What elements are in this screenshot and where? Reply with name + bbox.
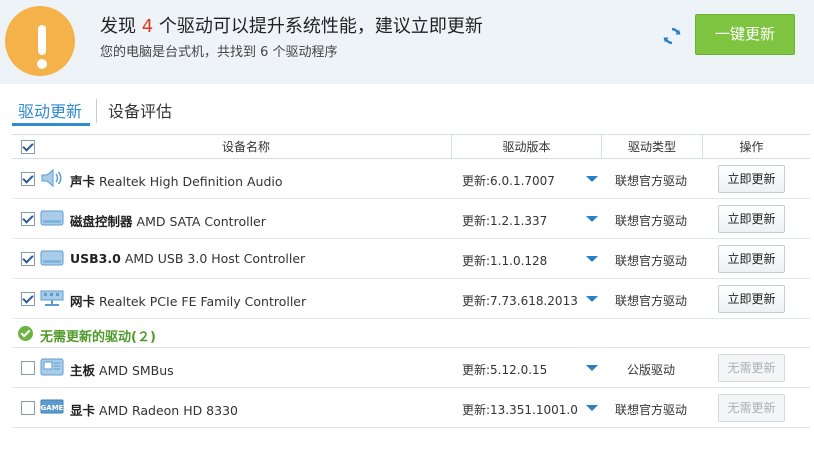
page-subtitle: 您的电脑是台式机，共找到 6 个驱动程序 xyxy=(100,45,338,60)
tab-divider xyxy=(96,99,97,123)
version-dropdown-icon[interactable] xyxy=(586,216,598,222)
update-now-button[interactable]: 立即更新 xyxy=(718,165,785,193)
usb-controller-icon xyxy=(40,250,64,266)
device-name: 主板 AMD SMBus xyxy=(70,363,174,378)
device-name: 显卡 AMD Radeon HD 8330 xyxy=(70,403,238,418)
row-checkbox[interactable] xyxy=(21,401,35,415)
svg-text:GAME: GAME xyxy=(41,404,64,412)
tab-device-evaluation[interactable]: 设备评估 xyxy=(108,98,172,122)
version-dropdown-icon[interactable] xyxy=(586,365,598,371)
driver-version: 更新:1.2.1.337 xyxy=(462,214,548,228)
no-update-button[interactable]: 无需更新 xyxy=(718,354,785,382)
column-device-name: 设备名称 xyxy=(221,140,270,154)
column-driver-version: 驱动版本 xyxy=(502,140,551,154)
no-update-button[interactable]: 无需更新 xyxy=(718,394,785,422)
table-header: 设备名称 驱动版本 驱动类型 操作 xyxy=(12,134,810,159)
driver-type: 联想官方驱动 xyxy=(614,403,687,417)
driver-type: 联想官方驱动 xyxy=(614,294,687,308)
row-checkbox[interactable] xyxy=(21,172,35,186)
speaker-icon xyxy=(41,168,62,188)
update-now-button[interactable]: 立即更新 xyxy=(718,245,785,273)
driver-type: 联想官方驱动 xyxy=(614,254,687,268)
driver-version: 更新:5.12.0.15 xyxy=(462,363,548,377)
select-all-checkbox[interactable] xyxy=(21,140,35,154)
motherboard-icon xyxy=(40,358,64,376)
version-dropdown-icon[interactable] xyxy=(586,176,598,182)
tab-bar: 驱动更新 设备评估 xyxy=(0,84,814,134)
driver-version: 更新:6.0.1.7007 xyxy=(462,174,555,188)
driver-type: 联想官方驱动 xyxy=(614,174,687,188)
device-name: USB3.0 AMD USB 3.0 Host Controller xyxy=(70,251,306,266)
column-driver-type: 驱动类型 xyxy=(627,140,676,154)
version-dropdown-icon[interactable] xyxy=(586,405,598,411)
device-name: 磁盘控制器 AMD SATA Controller xyxy=(70,214,266,229)
driver-type: 联想官方驱动 xyxy=(614,214,687,228)
update-now-button[interactable]: 立即更新 xyxy=(718,285,785,313)
version-dropdown-icon[interactable] xyxy=(586,296,598,302)
graphics-card-icon: GAME xyxy=(40,399,64,414)
driver-version: 更新:1.1.0.128 xyxy=(462,254,548,268)
row-checkbox[interactable] xyxy=(21,212,35,226)
device-name: 声卡 Realtek High Definition Audio xyxy=(70,174,283,189)
column-action: 操作 xyxy=(739,140,764,154)
update-now-button[interactable]: 立即更新 xyxy=(718,205,785,233)
driver-type: 公版驱动 xyxy=(626,363,675,377)
header-banner: 发现 4 个驱动可以提升系统性能，建议立即更新 您的电脑是台式机，共找到 6 个… xyxy=(0,0,814,76)
table-row: 磁盘控制器 AMD SATA Controller 更新:1.2.1.337 联想… xyxy=(12,199,810,239)
row-checkbox[interactable] xyxy=(21,292,35,306)
table-row: 声卡 Realtek High Definition Audio 更新:6.0.1… xyxy=(12,159,810,199)
main-panel: 驱动更新 设备评估 设备名称 驱动版本 驱动类型 操作 声卡 Realtek Hi… xyxy=(0,84,814,451)
table-row: 主板 AMD SMBus 更新:5.12.0.15 公版驱动 无需更新 xyxy=(12,348,810,388)
network-card-icon xyxy=(40,290,64,306)
row-checkbox[interactable] xyxy=(21,361,35,375)
refresh-icon[interactable] xyxy=(662,26,682,46)
page-title: 发现 4 个驱动可以提升系统性能，建议立即更新 xyxy=(100,16,483,37)
warning-icon xyxy=(5,6,75,76)
driver-count: 4 xyxy=(141,16,154,37)
no-update-group-header: 无需更新的驱动(２) xyxy=(12,320,810,348)
driver-version: 更新:13.351.1001.0 xyxy=(462,403,578,417)
table-row: USB3.0 AMD USB 3.0 Host Controller 更新:1.1… xyxy=(12,239,810,279)
version-dropdown-icon[interactable] xyxy=(586,256,598,262)
no-update-group-label: 无需更新的驱动(２) xyxy=(40,330,156,345)
driver-version: 更新:7.73.618.2013 xyxy=(462,294,578,308)
disk-controller-icon xyxy=(40,210,64,226)
table-row: GAME 显卡 AMD Radeon HD 8330 更新:13.351.1001… xyxy=(12,388,810,428)
table-row: 网卡 Realtek PCIe FE Family Controller 更新:7… xyxy=(12,279,810,319)
check-circle-icon xyxy=(18,326,33,341)
active-tab-indicator xyxy=(12,123,90,126)
row-checkbox[interactable] xyxy=(21,252,35,266)
device-name: 网卡 Realtek PCIe FE Family Controller xyxy=(70,294,307,309)
tab-driver-update[interactable]: 驱动更新 xyxy=(18,98,82,122)
update-all-button[interactable]: 一键更新 xyxy=(695,14,795,55)
